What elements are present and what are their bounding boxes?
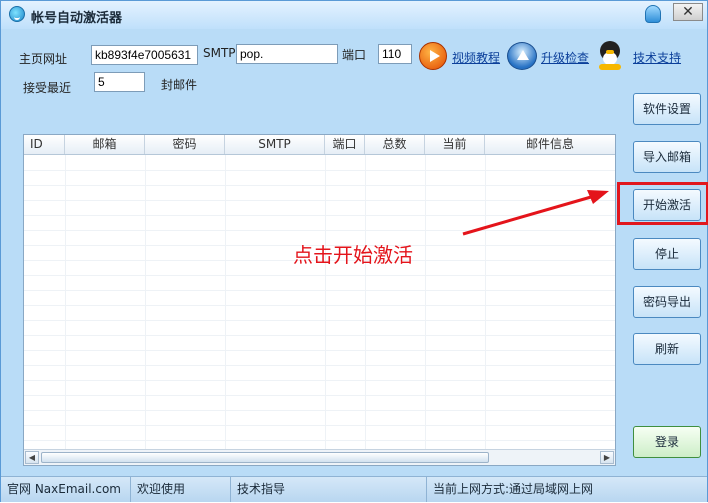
close-icon[interactable]: ✕: [673, 3, 703, 21]
grid-row-line: [24, 200, 615, 201]
grid-column-line: [365, 155, 366, 449]
email-table[interactable]: ID 邮箱 密码 SMTP 端口 总数 当前 邮件信息 ◀ ▶: [23, 134, 616, 466]
table-header: ID 邮箱 密码 SMTP 端口 总数 当前 邮件信息: [24, 135, 615, 155]
grid-row-line: [24, 320, 615, 321]
grid-row-line: [24, 395, 615, 396]
import-email-button[interactable]: 导入邮箱: [633, 141, 701, 173]
grid-row-line: [24, 335, 615, 336]
export-passwords-button[interactable]: 密码导出: [633, 286, 701, 318]
column-header-email[interactable]: 邮箱: [65, 135, 145, 154]
grid-row-line: [24, 425, 615, 426]
homepage-url-input[interactable]: [91, 45, 198, 65]
recent-label: 接受最近: [23, 81, 72, 95]
grid-row-line: [24, 440, 615, 441]
grid-row-line: [24, 215, 615, 216]
app-window: 帐号自动激活器 ✕ 主页网址 SMTP 端口 视频教程 升级检查 技术支持 接受…: [0, 0, 708, 502]
status-network-mode: 当前上网方式:通过局域网上网: [433, 482, 594, 496]
title-bar: 帐号自动激活器 ✕: [1, 1, 707, 29]
grid-row-line: [24, 305, 615, 306]
homepage-label: 主页网址: [19, 52, 68, 66]
recent-count-input[interactable]: [94, 72, 145, 92]
status-official-site: 官网 NaxEmail.com: [1, 477, 131, 502]
grid-row-line: [24, 275, 615, 276]
grid-column-line: [485, 155, 486, 449]
scroll-thumb[interactable]: [41, 452, 489, 463]
minimize-icon[interactable]: [645, 5, 661, 23]
grid-column-line: [425, 155, 426, 449]
upgrade-icon[interactable]: [507, 42, 537, 70]
column-header-password[interactable]: 密码: [145, 135, 225, 154]
grid-row-line: [24, 350, 615, 351]
window-title: 帐号自动激活器: [31, 11, 123, 26]
grid-row-line: [24, 230, 615, 231]
column-header-mail-info[interactable]: 邮件信息: [485, 135, 615, 154]
grid-row-line: [24, 380, 615, 381]
grid-column-line: [325, 155, 326, 449]
status-tech-guide: 技术指导: [231, 477, 427, 502]
scroll-left-icon[interactable]: ◀: [25, 451, 39, 464]
highlight-box: [617, 182, 708, 225]
column-header-total[interactable]: 总数: [365, 135, 425, 154]
grid-row-line: [24, 170, 615, 171]
status-bar: 官网 NaxEmail.com 欢迎使用 技术指导 当前上网方式:通过局域网上网: [1, 476, 707, 502]
horizontal-scrollbar[interactable]: ◀ ▶: [24, 449, 615, 465]
upgrade-check-link[interactable]: 升级检查: [541, 49, 589, 66]
column-header-id[interactable]: ID: [24, 135, 65, 154]
column-header-port[interactable]: 端口: [325, 135, 365, 154]
grid-row-line: [24, 365, 615, 366]
grid-column-line: [225, 155, 226, 449]
port-label: 端口: [342, 48, 367, 62]
login-button[interactable]: 登录: [633, 426, 701, 458]
column-header-smtp[interactable]: SMTP: [225, 135, 325, 154]
tech-support-link[interactable]: 技术支持: [633, 49, 681, 66]
stop-button[interactable]: 停止: [633, 238, 701, 270]
qq-penguin-icon[interactable]: [597, 41, 623, 71]
recent-suffix-label: 封邮件: [161, 78, 198, 92]
port-input[interactable]: [378, 44, 412, 64]
refresh-button[interactable]: 刷新: [633, 333, 701, 365]
smiley-app-icon: [9, 6, 25, 22]
play-icon[interactable]: [419, 42, 447, 70]
software-settings-button[interactable]: 软件设置: [633, 93, 701, 125]
smtp-input[interactable]: [236, 44, 338, 64]
video-tutorial-link[interactable]: 视频教程: [452, 49, 500, 66]
grid-row-line: [24, 185, 615, 186]
smtp-label: SMTP: [203, 46, 236, 60]
grid-column-line: [65, 155, 66, 449]
grid-column-line: [145, 155, 146, 449]
grid-row-line: [24, 410, 615, 411]
column-header-current[interactable]: 当前: [425, 135, 485, 154]
scroll-right-icon[interactable]: ▶: [600, 451, 614, 464]
annotation-text: 点击开始激活: [293, 243, 413, 267]
table-body[interactable]: [24, 155, 615, 449]
status-welcome: 欢迎使用: [131, 477, 231, 502]
grid-row-line: [24, 290, 615, 291]
